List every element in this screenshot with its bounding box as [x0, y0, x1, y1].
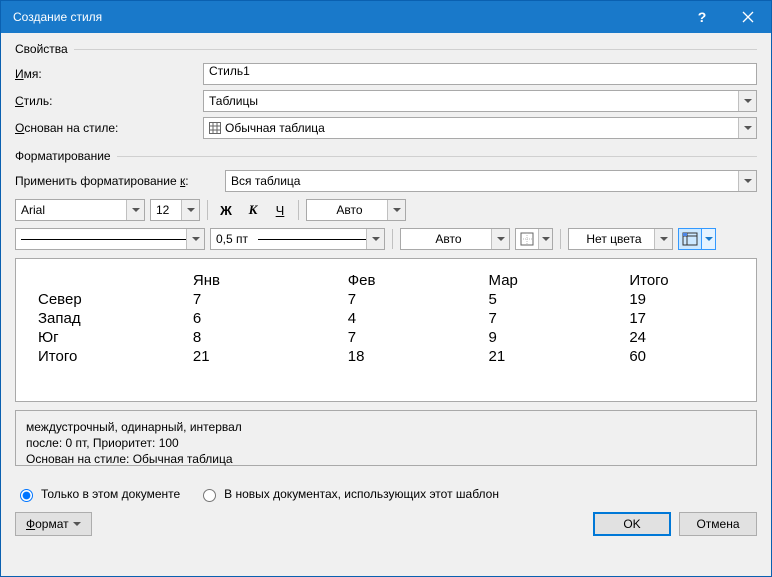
chevron-down-icon: [181, 200, 199, 220]
name-label: Имя:: [15, 67, 203, 81]
window-title: Создание стиля: [13, 10, 679, 24]
titlebar: Создание стиля ?: [1, 1, 771, 33]
font-color-combo[interactable]: Авто: [306, 199, 406, 221]
description-box: междустрочный, одинарный, интервал после…: [15, 410, 757, 466]
line-preview-icon: [21, 239, 186, 240]
font-size-combo[interactable]: 12: [150, 199, 200, 221]
dialog-window: Создание стиля ? Свойства Имя: Стиль1 Ст…: [0, 0, 772, 577]
table-icon: [209, 122, 221, 134]
chevron-down-icon: [654, 229, 672, 249]
separator: [298, 200, 299, 220]
bold-button[interactable]: Ж: [215, 199, 237, 221]
apply-to-label: Применить форматирование к:: [15, 174, 225, 188]
fill-color-combo[interactable]: Нет цвета: [568, 228, 673, 250]
based-on-combo[interactable]: Обычная таблица: [203, 117, 757, 139]
pen-color-combo[interactable]: Авто: [400, 228, 510, 250]
formatting-group: Форматирование Применить форматирование …: [15, 156, 757, 472]
chevron-down-icon: [738, 171, 756, 191]
radio-new-documents[interactable]: В новых документах, использующих этот ша…: [198, 486, 499, 502]
font-toolbar: Arial 12 Ж К Ч Авто: [15, 199, 757, 221]
line-style-combo[interactable]: [15, 228, 205, 250]
italic-button[interactable]: К: [242, 199, 264, 221]
separator: [392, 229, 393, 249]
chevron-down-icon: [702, 228, 716, 250]
radio-this-document[interactable]: Только в этом документе: [15, 486, 180, 502]
chevron-down-icon: [366, 229, 384, 249]
format-menu-button[interactable]: Формат: [15, 512, 92, 536]
line-preview-icon: [258, 239, 366, 240]
style-type-label: Стиль:: [15, 94, 203, 108]
radio-input[interactable]: [203, 489, 216, 502]
based-on-label: Основан на стиле:: [15, 121, 203, 135]
table-row: Север77519: [34, 290, 738, 309]
close-button[interactable]: [725, 1, 771, 33]
chevron-down-icon: [738, 118, 756, 138]
style-type-combo[interactable]: Таблицы: [203, 90, 757, 112]
line-weight-combo[interactable]: 0,5 пт: [210, 228, 385, 250]
table-row: Юг87924: [34, 328, 738, 347]
shading-button[interactable]: [678, 228, 716, 250]
separator: [560, 229, 561, 249]
help-button[interactable]: ?: [679, 1, 725, 33]
underline-button[interactable]: Ч: [269, 199, 291, 221]
chevron-down-icon: [387, 200, 405, 220]
chevron-down-icon: [538, 229, 552, 249]
apply-to-combo[interactable]: Вся таблица: [225, 170, 757, 192]
chevron-down-icon: [491, 229, 509, 249]
bottom-toolbar: Формат OK Отмена: [15, 512, 757, 536]
table-row: Янв Фев Мар Итого: [34, 271, 738, 290]
ok-button[interactable]: OK: [593, 512, 671, 536]
properties-group: Свойства Имя: Стиль1 Стиль: Таблицы Осно…: [15, 49, 757, 150]
scope-radios: Только в этом документе В новых документ…: [15, 486, 757, 502]
shading-icon: [678, 228, 702, 250]
properties-legend: Свойства: [15, 42, 74, 56]
preview-area: Янв Фев Мар Итого Север77519 Запад64717 …: [15, 258, 757, 402]
cancel-button[interactable]: Отмена: [679, 512, 757, 536]
preview-table: Янв Фев Мар Итого Север77519 Запад64717 …: [34, 271, 738, 366]
table-row: Итого21182160: [34, 347, 738, 366]
radio-input[interactable]: [20, 489, 33, 502]
border-toolbar: 0,5 пт Авто Нет цвета: [15, 228, 757, 250]
table-row: Запад64717: [34, 309, 738, 328]
name-input[interactable]: Стиль1: [203, 63, 757, 85]
borders-button[interactable]: [515, 228, 553, 250]
chevron-down-icon: [126, 200, 144, 220]
separator: [207, 200, 208, 220]
chevron-down-icon: [73, 522, 81, 526]
chevron-down-icon: [186, 229, 204, 249]
borders-icon: [516, 229, 538, 249]
font-name-combo[interactable]: Arial: [15, 199, 145, 221]
dialog-content: Свойства Имя: Стиль1 Стиль: Таблицы Осно…: [1, 33, 771, 576]
formatting-legend: Форматирование: [15, 149, 117, 163]
chevron-down-icon: [738, 91, 756, 111]
